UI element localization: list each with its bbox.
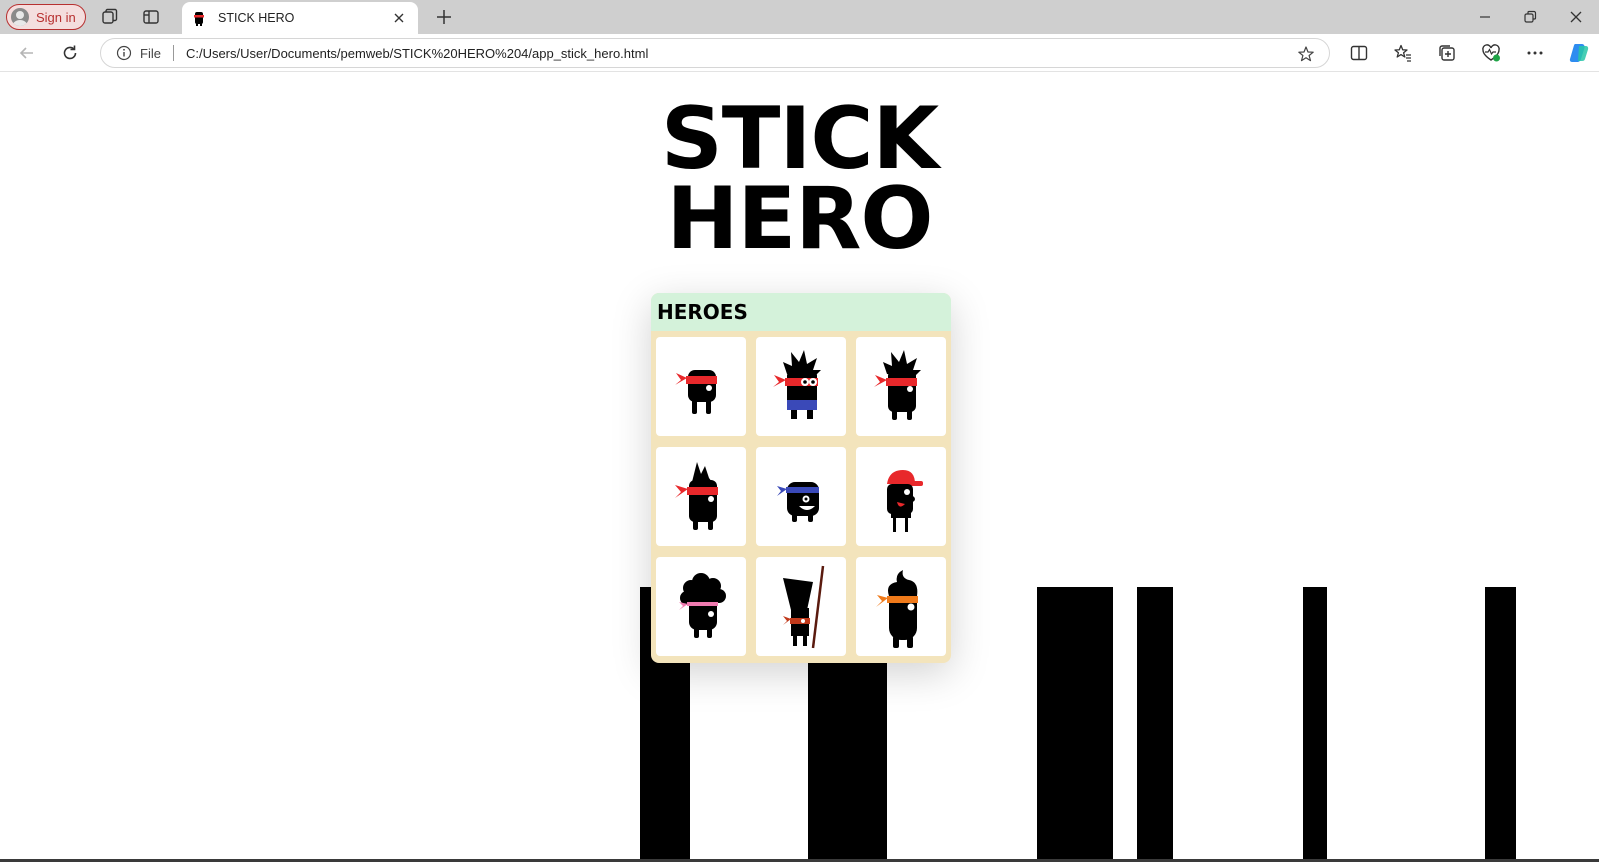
heroes-header: HEROES: [651, 293, 951, 331]
spiky-hair-blue-shorts-icon: [773, 349, 821, 419]
url-text[interactable]: C:/Users/User/Documents/pemweb/STICK%20H…: [186, 46, 648, 61]
close-tab-icon[interactable]: [392, 11, 406, 25]
heroes-heading: HEROES: [657, 300, 748, 324]
favorites-icon[interactable]: [1393, 43, 1413, 63]
red-cap-plumber-icon: [887, 469, 923, 532]
heroes-grid: [656, 337, 946, 656]
profile-avatar-icon: [11, 8, 29, 26]
collections-icon[interactable]: [1437, 43, 1457, 63]
copilot-icon[interactable]: [1567, 41, 1591, 65]
info-icon[interactable]: [116, 45, 132, 61]
address-separator: [172, 45, 174, 61]
active-tab[interactable]: STICK HERO: [182, 2, 418, 34]
heroes-panel: HEROES: [651, 293, 951, 663]
vertical-tabs-icon[interactable]: [142, 8, 160, 26]
pillar: [1303, 587, 1327, 859]
pillar: [1037, 587, 1113, 859]
sign-in-button[interactable]: Sign in: [6, 4, 86, 30]
ninja-red-bandana-icon: [675, 369, 717, 414]
refresh-icon[interactable]: [60, 43, 80, 63]
hero-card[interactable]: [756, 447, 846, 546]
afro-pink-bandana-icon: [679, 572, 726, 638]
hero-card[interactable]: [856, 447, 946, 546]
browser-toolbar: File C:/Users/User/Documents/pemweb/STIC…: [0, 34, 1599, 72]
hero-card[interactable]: [856, 557, 946, 656]
workspaces-icon[interactable]: [101, 8, 119, 26]
page-content: STICK HERO HEROES: [3, 73, 1596, 859]
tall-hat-with-staff-icon: [783, 565, 825, 648]
hero-card[interactable]: [756, 557, 846, 656]
close-window-icon[interactable]: [1567, 8, 1585, 26]
new-tab-icon[interactable]: [434, 7, 454, 27]
hero-card[interactable]: [756, 337, 846, 436]
restore-icon[interactable]: [1521, 8, 1539, 26]
hero-card[interactable]: [656, 447, 746, 546]
game-title-line-1: STICK: [660, 89, 939, 189]
hero-card[interactable]: [656, 557, 746, 656]
address-scheme-label: File: [140, 45, 161, 61]
hero-card[interactable]: [856, 337, 946, 436]
spiky-hair-red-bandana-icon: [874, 349, 921, 420]
back-icon[interactable]: [17, 43, 37, 63]
split-screen-icon[interactable]: [1349, 43, 1369, 63]
more-icon[interactable]: [1525, 43, 1545, 63]
game-title-line-2: HERO: [666, 169, 933, 269]
pillar: [1485, 587, 1516, 859]
favorite-star-icon[interactable]: [1297, 45, 1315, 63]
pillar: [1137, 587, 1173, 859]
hero-card[interactable]: [656, 337, 746, 436]
browser-essentials-icon[interactable]: [1481, 43, 1501, 63]
address-bar[interactable]: File C:/Users/User/Documents/pemweb/STIC…: [100, 38, 1330, 68]
minimize-icon[interactable]: [1476, 8, 1494, 26]
browser-title-bar: Sign in STICK HERO: [0, 0, 1599, 34]
mohawk-red-bandana-icon: [675, 461, 718, 530]
stick-hero-favicon-icon: [194, 12, 204, 26]
blue-bandana-smile-icon: [777, 481, 819, 522]
tab-title: STICK HERO: [218, 11, 295, 25]
swirl-hair-orange-bandana-icon: [876, 569, 918, 648]
sign-in-label: Sign in: [36, 9, 76, 25]
